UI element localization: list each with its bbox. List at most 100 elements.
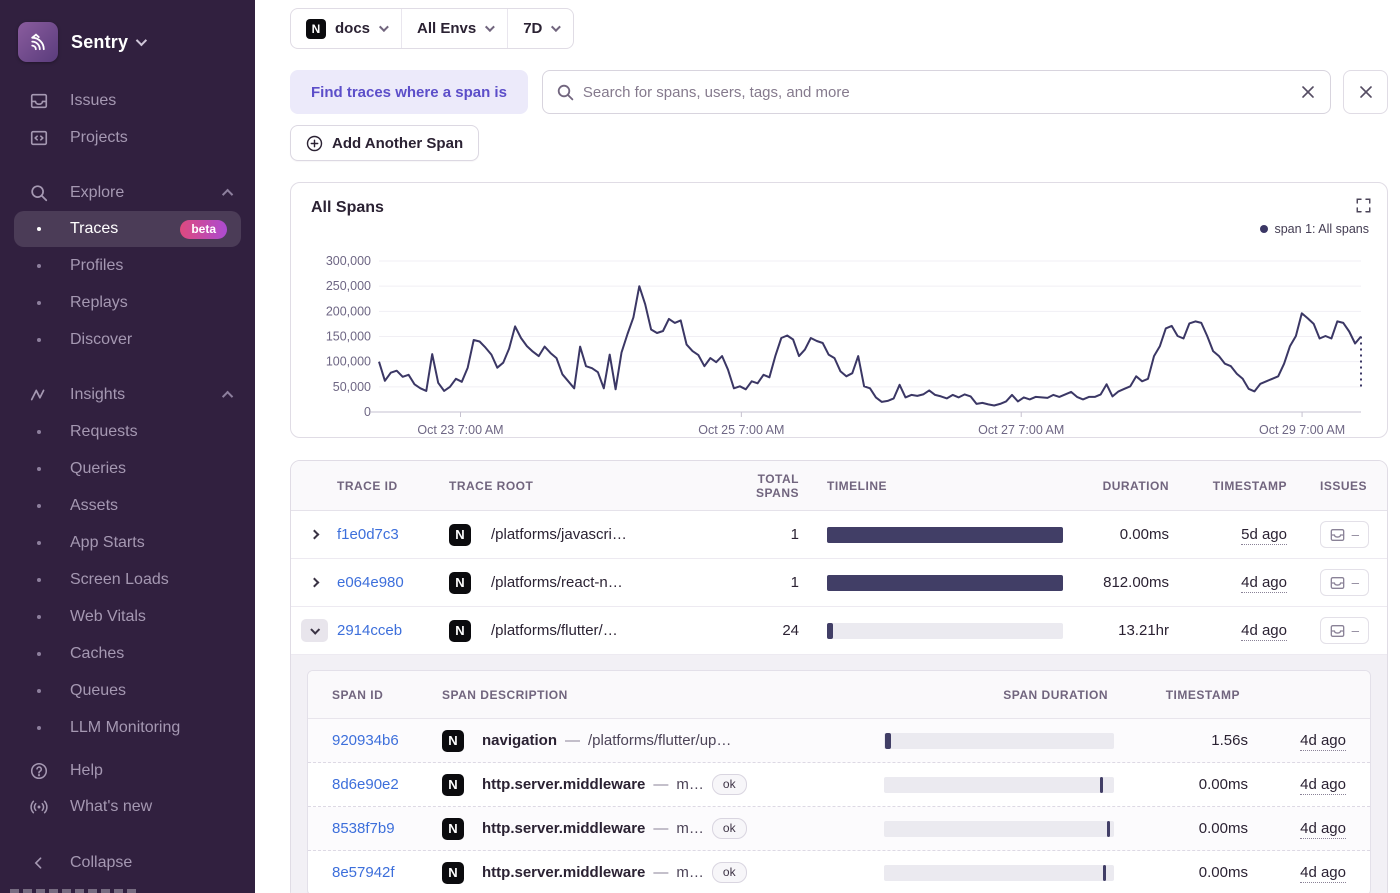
add-another-span-button[interactable]: Add Another Span <box>290 125 480 161</box>
sidebar-item-label: Projects <box>70 128 128 146</box>
span-target: /platforms/flutter/up… <box>588 732 732 749</box>
sidebar-item-label: What's new <box>70 798 153 815</box>
collapse-row-button[interactable] <box>301 619 328 642</box>
table-row[interactable]: e064e980 N/platforms/react-n… 1 812.00ms 4d … <box>291 559 1387 607</box>
span-id-link[interactable]: 920934b6 <box>332 732 442 749</box>
chart-svg: 0 50,000 100,000 150,000 200,000 250,000 300,0… <box>326 254 1362 437</box>
sidebar-item-label: Profiles <box>70 256 124 274</box>
range-label: 7D <box>523 20 543 37</box>
separator: — <box>653 820 669 837</box>
sidebar-item-help[interactable]: Help <box>0 753 255 789</box>
col-timeline: TIMELINE <box>827 478 887 493</box>
span-table-row[interactable]: 8538f7b9 Nhttp.server.middleware — m… ok 0.00… <box>308 807 1370 851</box>
search-input[interactable] <box>582 83 1300 101</box>
help-icon <box>28 760 50 782</box>
chevron-up-icon <box>221 390 234 402</box>
span-table-row[interactable]: 8d6e90e2 Nhttp.server.middleware — m… ok 0.00… <box>308 763 1370 807</box>
sidebar-item-queries[interactable]: Queries <box>0 450 255 487</box>
span-id-link[interactable]: 8538f7b9 <box>332 820 442 837</box>
sidebar-section-explore[interactable]: Explore <box>0 174 255 211</box>
span-op: http.server.middleware <box>482 864 646 881</box>
table-row[interactable]: 2914cceb N/platforms/flutter/… 24 13.21hr 4d… <box>291 607 1387 655</box>
issues-button[interactable]: – <box>1319 521 1369 548</box>
timeline-track <box>827 526 1063 543</box>
expand-row-button[interactable] <box>305 574 323 592</box>
sidebar-item-caches[interactable]: Caches <box>0 635 255 672</box>
col-issues: ISSUES <box>1319 478 1367 493</box>
sidebar-item-web-vitals[interactable]: Web Vitals <box>0 598 255 635</box>
timestamp-value[interactable]: 4d ago <box>1300 864 1346 883</box>
table-row[interactable]: f1e0d7c3 N/platforms/javascri… 1 0.00ms 5d a… <box>291 511 1387 559</box>
sidebar-item-label: Help <box>70 762 103 779</box>
timestamp-value[interactable]: 4d ago <box>1300 732 1346 751</box>
span-id-link[interactable]: 8d6e90e2 <box>332 776 442 793</box>
sentry-logo-icon <box>18 22 58 62</box>
expand-row-button[interactable] <box>305 526 323 544</box>
sidebar-item-app-starts[interactable]: App Starts <box>0 524 255 561</box>
remove-span-filter-button[interactable] <box>1343 70 1388 114</box>
sidebar-section-insights[interactable]: Insights <box>0 376 255 413</box>
expand-chart-icon[interactable] <box>1356 198 1371 213</box>
span-table-header: SPAN ID SPAN DESCRIPTION SPAN DURATION TIME… <box>308 671 1370 719</box>
chart-legend[interactable]: span 1: All spans <box>1260 222 1369 236</box>
timestamp-value[interactable]: 4d ago <box>1241 574 1287 593</box>
span-table-row[interactable]: 920934b6 Nnavigation — /platforms/flutter/u… <box>308 719 1370 763</box>
trace-id-link[interactable]: e064e980 <box>337 574 449 591</box>
search-icon <box>28 182 50 204</box>
expander-cell <box>291 619 337 642</box>
sidebar-item-projects[interactable]: Projects <box>0 119 255 156</box>
timestamp-value[interactable]: 5d ago <box>1241 526 1287 545</box>
whats-new-icon <box>28 796 50 818</box>
sidebar-item-discover[interactable]: Discover <box>0 321 255 358</box>
sidebar-collapse-button[interactable]: Collapse <box>0 845 255 881</box>
sidebar-item-what-s-new[interactable]: What's new <box>0 789 255 825</box>
sidebar-item-traces[interactable]: Traces beta <box>14 211 241 247</box>
timeline-bar <box>1100 776 1104 793</box>
org-switcher[interactable]: Sentry <box>0 0 255 72</box>
trace-root: /platforms/javascri… <box>491 526 627 543</box>
span-duration: 0.00ms <box>1198 864 1248 881</box>
clear-search-icon[interactable] <box>1300 84 1316 100</box>
trace-id-link[interactable]: f1e0d7c3 <box>337 526 449 543</box>
bullet-icon <box>28 569 50 591</box>
sidebar-item-screen-loads[interactable]: Screen Loads <box>0 561 255 598</box>
issues-count: – <box>1351 623 1359 638</box>
add-span-row: Add Another Span <box>290 125 1388 161</box>
sidebar-item-profiles[interactable]: Profiles <box>0 247 255 284</box>
sidebar-item-issues[interactable]: Issues <box>0 82 255 119</box>
span-op: http.server.middleware <box>482 776 646 793</box>
sidebar-item-replays[interactable]: Replays <box>0 284 255 321</box>
span-table-row[interactable]: 8e57942f Nhttp.server.middleware — m… ok 0.00… <box>308 851 1370 893</box>
search-box[interactable] <box>541 70 1331 114</box>
bullet-icon <box>28 218 50 240</box>
sidebar-item-queues[interactable]: Queues <box>0 672 255 709</box>
sidebar-item-label: App Starts <box>70 533 145 551</box>
chevron-down-icon <box>135 34 148 47</box>
x-tick-label: Oct 23 7:00 AM <box>417 423 503 437</box>
sidebar-item-assets[interactable]: Assets <box>0 487 255 524</box>
trace-id-link[interactable]: 2914cceb <box>337 622 449 639</box>
sidebar-item-requests[interactable]: Requests <box>0 413 255 450</box>
total-spans: 24 <box>782 622 799 639</box>
sidebar-item-llm-monitoring[interactable]: LLM Monitoring <box>0 709 255 746</box>
insights-icon <box>28 384 50 406</box>
timeline-bar <box>1107 820 1111 837</box>
duration: 0.00ms <box>1119 526 1169 543</box>
bullet-icon <box>28 606 50 628</box>
timestamp-value[interactable]: 4d ago <box>1241 622 1287 641</box>
span-id-link[interactable]: 8e57942f <box>332 864 442 881</box>
span-target: m… <box>676 820 704 837</box>
issues-button[interactable]: – <box>1319 569 1369 596</box>
timestamp-value[interactable]: 4d ago <box>1300 776 1346 795</box>
bullet-icon <box>28 458 50 480</box>
bullet-icon <box>28 717 50 739</box>
timestamp-value[interactable]: 4d ago <box>1300 820 1346 839</box>
nextjs-icon: N <box>306 18 326 39</box>
issues-button[interactable]: – <box>1319 617 1369 644</box>
project-selector[interactable]: N docs <box>291 9 401 48</box>
date-range-selector[interactable]: 7D <box>507 9 573 48</box>
timestamp-cell: 5d ago <box>1193 526 1299 545</box>
chevron-up-icon <box>221 188 234 200</box>
bullet-icon <box>28 329 50 351</box>
environment-selector[interactable]: All Envs <box>401 9 507 48</box>
